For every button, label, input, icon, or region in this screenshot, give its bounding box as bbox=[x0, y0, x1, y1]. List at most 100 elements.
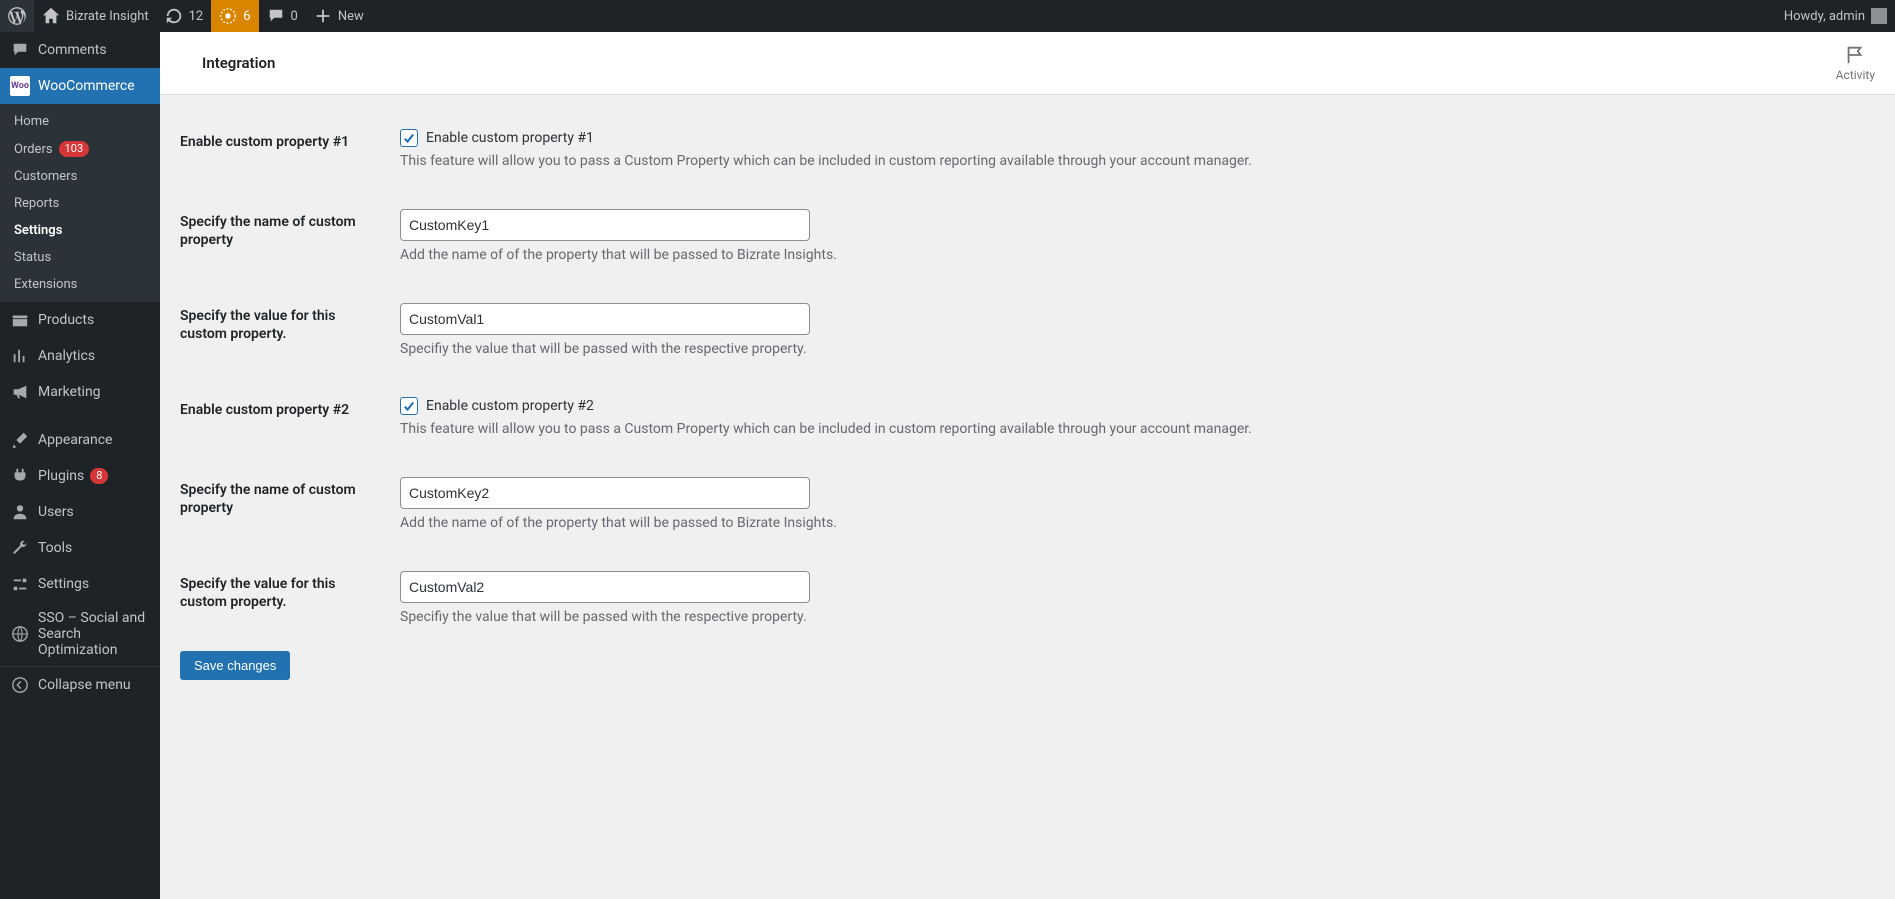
enable-cp2-label[interactable]: Enable custom property #2 bbox=[400, 397, 1875, 415]
field-description: Add the name of of the property that wil… bbox=[400, 247, 1875, 263]
wrench-icon bbox=[10, 538, 30, 558]
comments-count: 0 bbox=[291, 9, 298, 24]
comments-link[interactable]: 0 bbox=[259, 0, 306, 32]
row-label: Specify the value for this custom proper… bbox=[180, 557, 400, 651]
enable-cp1-label[interactable]: Enable custom property #1 bbox=[400, 129, 1875, 147]
cp1-value-input[interactable] bbox=[400, 303, 810, 335]
sidebar-item-label: Collapse menu bbox=[38, 677, 131, 693]
user-icon bbox=[10, 502, 30, 522]
row-label: Enable custom property #2 bbox=[180, 383, 400, 463]
avatar bbox=[1871, 8, 1887, 24]
check-icon bbox=[402, 399, 416, 413]
sidebar-item-marketing[interactable]: Marketing bbox=[0, 374, 160, 410]
admin-bar: Bizrate Insight 12 6 0 New Howdy, admin bbox=[0, 0, 1895, 32]
sidebar-item-plugins[interactable]: Plugins 8 bbox=[0, 458, 160, 494]
field-description: Add the name of of the property that wil… bbox=[400, 515, 1875, 531]
notices-icon bbox=[219, 7, 237, 25]
checkbox-label: Enable custom property #2 bbox=[426, 398, 594, 414]
cp1-name-input[interactable] bbox=[400, 209, 810, 241]
sidebar-item-label: Users bbox=[38, 504, 74, 520]
checkbox-label: Enable custom property #1 bbox=[426, 130, 594, 146]
cp2-value-input[interactable] bbox=[400, 571, 810, 603]
field-description: Specifiy the value that will be passed w… bbox=[400, 341, 1875, 357]
megaphone-icon bbox=[10, 382, 30, 402]
home-icon bbox=[42, 7, 60, 25]
wordpress-icon bbox=[8, 7, 26, 25]
notices-count: 6 bbox=[243, 9, 250, 24]
sidebar-item-comments[interactable]: Comments bbox=[0, 32, 160, 68]
updates-count: 12 bbox=[189, 9, 204, 24]
updates-link[interactable]: 12 bbox=[157, 0, 212, 32]
row-label: Enable custom property #1 bbox=[180, 115, 400, 195]
woocommerce-submenu: Home Orders 103 Customers Reports Settin… bbox=[0, 104, 160, 302]
chevron-left-circle-icon bbox=[10, 675, 30, 695]
notices-link[interactable]: 6 bbox=[211, 0, 258, 32]
my-account-link[interactable]: Howdy, admin bbox=[1776, 0, 1895, 32]
submenu-item-customers[interactable]: Customers bbox=[0, 163, 160, 190]
sidebar-item-label: Marketing bbox=[38, 384, 101, 400]
page-title: Integration bbox=[202, 54, 275, 72]
plugin-icon bbox=[10, 466, 30, 486]
plugins-badge: 8 bbox=[90, 468, 108, 484]
site-title: Bizrate Insight bbox=[66, 9, 149, 24]
sidebar-item-label: Tools bbox=[38, 540, 72, 556]
sidebar-item-woocommerce[interactable]: Woo WooCommerce bbox=[0, 68, 160, 104]
submenu-item-orders[interactable]: Orders 103 bbox=[0, 135, 160, 163]
sidebar-item-label: SSO – Social and Search Optimization bbox=[38, 610, 150, 658]
row-label: Specify the name of custom property bbox=[180, 463, 400, 557]
activity-label: Activity bbox=[1836, 68, 1875, 82]
enable-cp1-checkbox[interactable] bbox=[400, 129, 418, 147]
sidebar-item-label: WooCommerce bbox=[38, 78, 135, 94]
field-description: This feature will allow you to pass a Cu… bbox=[400, 421, 1875, 437]
cp2-name-input[interactable] bbox=[400, 477, 810, 509]
sidebar-item-label: Plugins bbox=[38, 468, 84, 484]
sidebar-item-appearance[interactable]: Appearance bbox=[0, 422, 160, 458]
analytics-icon bbox=[10, 346, 30, 366]
updates-icon bbox=[165, 7, 183, 25]
submenu-item-reports[interactable]: Reports bbox=[0, 190, 160, 217]
save-changes-button[interactable]: Save changes bbox=[180, 651, 290, 680]
enable-cp2-checkbox[interactable] bbox=[400, 397, 418, 415]
field-description: Specifiy the value that will be passed w… bbox=[400, 609, 1875, 625]
field-description: This feature will allow you to pass a Cu… bbox=[400, 153, 1875, 169]
new-label: New bbox=[338, 9, 364, 24]
page-subheader: Integration Activity bbox=[160, 32, 1895, 95]
activity-button[interactable]: Activity bbox=[1836, 44, 1875, 82]
row-label: Specify the name of custom property bbox=[180, 195, 400, 289]
comment-icon bbox=[10, 40, 30, 60]
orders-badge: 103 bbox=[59, 141, 90, 157]
check-icon bbox=[402, 131, 416, 145]
sidebar-item-sso[interactable]: SSO – Social and Search Optimization bbox=[0, 602, 160, 666]
sidebar-item-wp-settings[interactable]: Settings bbox=[0, 566, 160, 602]
sidebar-item-label: Settings bbox=[38, 576, 89, 592]
submenu-item-extensions[interactable]: Extensions bbox=[0, 271, 160, 298]
new-content-link[interactable]: New bbox=[306, 0, 372, 32]
wp-logo[interactable] bbox=[0, 0, 34, 32]
sidebar-item-label: Comments bbox=[38, 42, 107, 58]
content-area: Integration Activity Enable custom prope… bbox=[160, 0, 1895, 700]
sidebar-item-label: Products bbox=[38, 312, 94, 328]
flag-icon bbox=[1844, 44, 1866, 66]
sliders-icon bbox=[10, 574, 30, 594]
sidebar-item-tools[interactable]: Tools bbox=[0, 530, 160, 566]
comment-icon bbox=[267, 7, 285, 25]
brush-icon bbox=[10, 430, 30, 450]
submenu-item-status[interactable]: Status bbox=[0, 244, 160, 271]
settings-form-table: Enable custom property #1 Enable custom … bbox=[180, 115, 1875, 651]
admin-sidebar: Comments Woo WooCommerce Home Orders 103… bbox=[0, 32, 160, 899]
submenu-item-settings[interactable]: Settings bbox=[0, 217, 160, 244]
sidebar-item-label: Appearance bbox=[38, 432, 112, 448]
sidebar-item-users[interactable]: Users bbox=[0, 494, 160, 530]
woocommerce-icon: Woo bbox=[10, 76, 30, 96]
sidebar-item-analytics[interactable]: Analytics bbox=[0, 338, 160, 374]
collapse-menu-button[interactable]: Collapse menu bbox=[0, 666, 160, 703]
sidebar-item-products[interactable]: Products bbox=[0, 302, 160, 338]
plus-icon bbox=[314, 7, 332, 25]
submenu-item-home[interactable]: Home bbox=[0, 108, 160, 135]
sidebar-item-label: Analytics bbox=[38, 348, 95, 364]
howdy-text: Howdy, admin bbox=[1784, 9, 1865, 24]
globe-icon bbox=[10, 624, 30, 644]
row-label: Specify the value for this custom proper… bbox=[180, 289, 400, 383]
products-icon bbox=[10, 310, 30, 330]
site-name-link[interactable]: Bizrate Insight bbox=[34, 0, 157, 32]
